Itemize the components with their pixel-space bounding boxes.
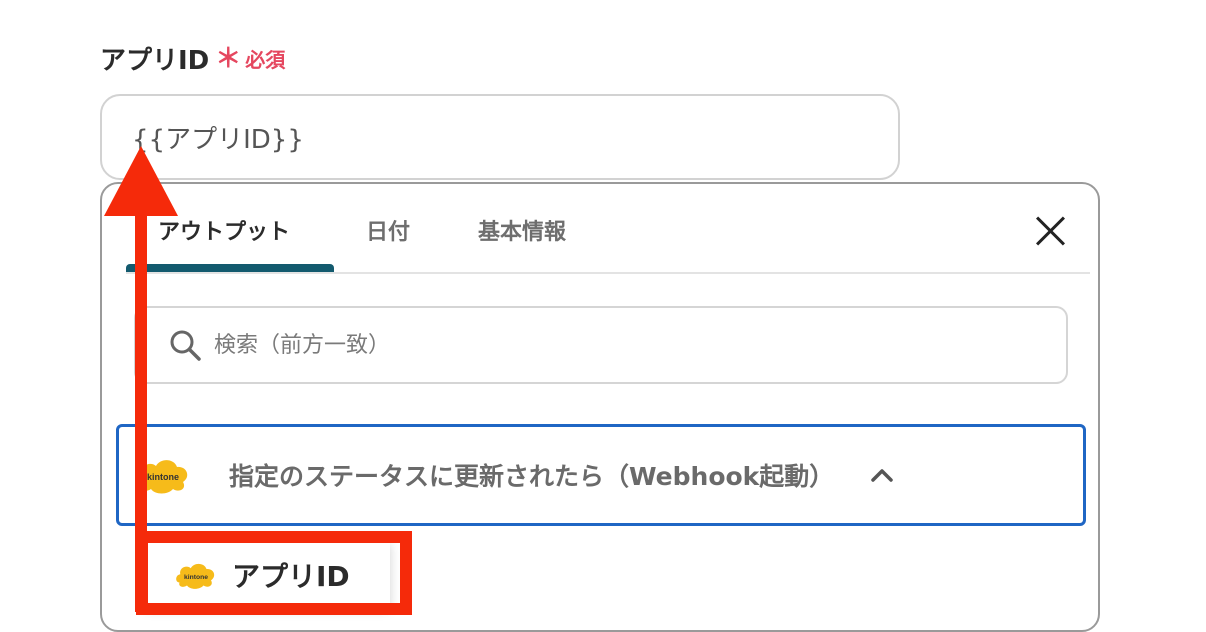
field-label-text: アプリID bbox=[100, 46, 210, 76]
required-text: 必須 bbox=[245, 48, 286, 72]
tab-bar: アウトプット 日付 基本情報 bbox=[126, 184, 1090, 274]
search-box[interactable] bbox=[134, 306, 1068, 384]
output-picker-panel: アウトプット 日付 基本情報 kintone 指定のステータスに更新されたら（W… bbox=[100, 182, 1100, 632]
close-icon[interactable] bbox=[1034, 214, 1068, 248]
required-star: ＊ bbox=[215, 43, 242, 74]
tab-date[interactable]: 日付 bbox=[366, 214, 410, 246]
output-item-app-id[interactable]: kintone アプリID bbox=[144, 542, 390, 608]
section-title: 指定のステータスに更新されたら（Webhook起動） bbox=[229, 462, 835, 491]
kintone-logo: kintone bbox=[176, 563, 215, 589]
search-input[interactable] bbox=[212, 331, 916, 359]
output-item-label: アプリID bbox=[232, 560, 350, 593]
app-id-input[interactable]: {{アプリID}} bbox=[100, 94, 900, 180]
trigger-section-header[interactable]: kintone 指定のステータスに更新されたら（Webhook起動） bbox=[116, 424, 1086, 526]
chevron-up-icon bbox=[871, 469, 894, 482]
app-id-input-value: {{アプリID}} bbox=[132, 124, 304, 155]
active-tab-indicator bbox=[126, 264, 334, 272]
svg-text:kintone: kintone bbox=[147, 472, 179, 482]
search-icon bbox=[170, 330, 201, 361]
field-label: アプリID ＊ 必須 bbox=[100, 40, 285, 77]
svg-text:kintone: kintone bbox=[184, 574, 208, 581]
tab-basic-info[interactable]: 基本情報 bbox=[478, 214, 566, 246]
tab-output[interactable]: アウトプット bbox=[158, 214, 290, 246]
kintone-logo: kintone bbox=[136, 460, 188, 494]
